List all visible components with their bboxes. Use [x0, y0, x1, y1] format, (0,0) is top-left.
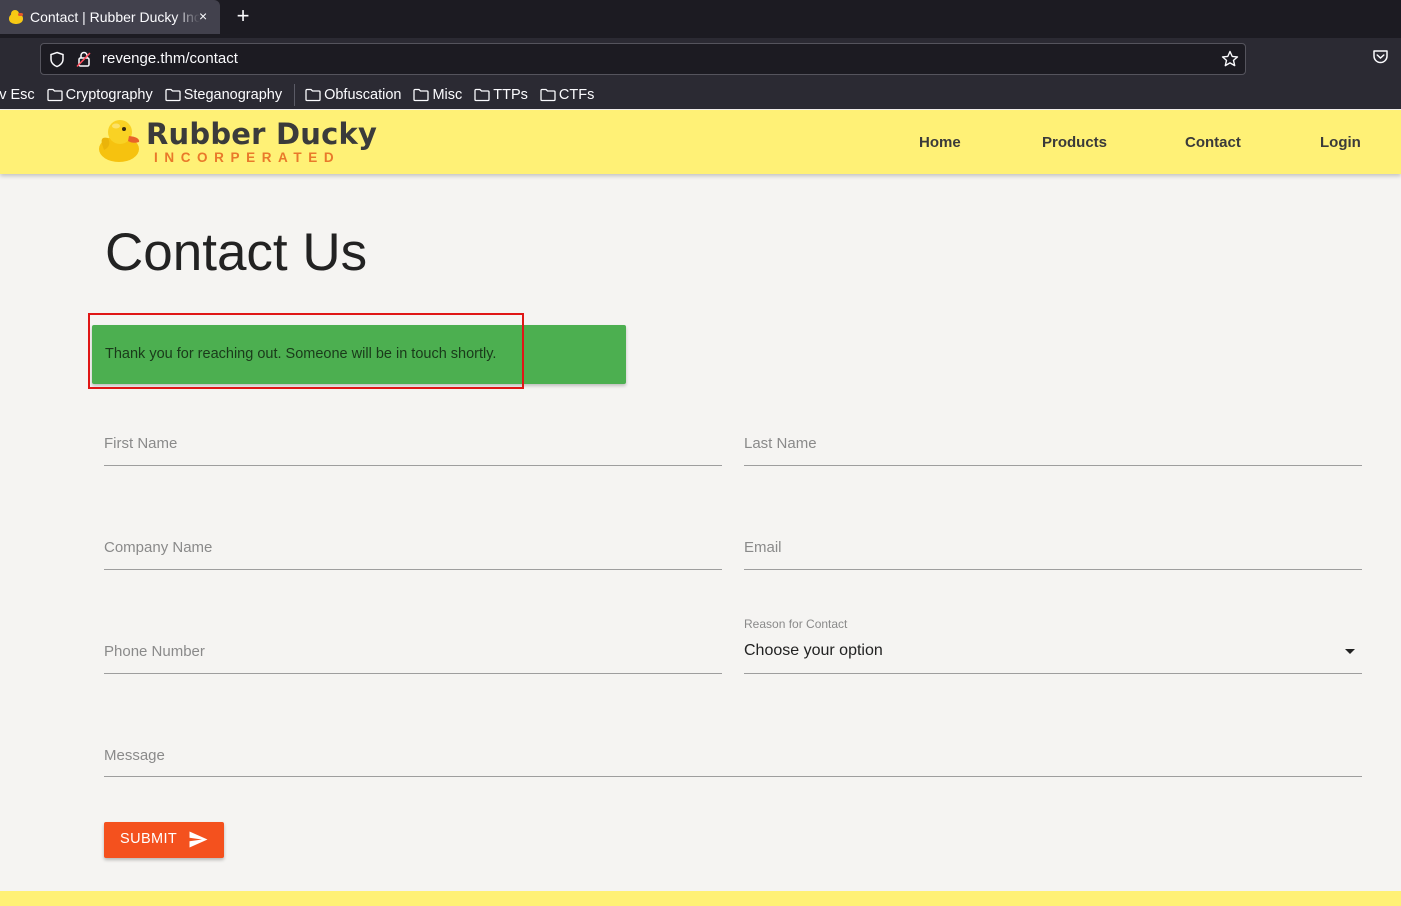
bookmark-folder-misc[interactable]: Misc — [413, 87, 462, 103]
brand-tagline: INCORPERATED — [154, 150, 341, 165]
bookmark-folder-steganography[interactable]: Steganography — [165, 87, 282, 103]
company-name-field[interactable]: Company Name — [104, 530, 722, 570]
folder-icon — [413, 88, 430, 101]
site-header: Rubber Ducky INCORPERATED Home Products … — [0, 110, 1401, 174]
browser-toolbar: revenge.thm/contact — [0, 38, 1401, 80]
bookmark-label: Cryptography — [65, 86, 153, 103]
nav-login[interactable]: Login — [1320, 134, 1361, 151]
nav-products[interactable]: Products — [1042, 134, 1107, 151]
last-name-field[interactable]: Last Name — [744, 426, 1362, 466]
shield-icon[interactable] — [49, 51, 65, 68]
bookmark-label: CTFs — [558, 86, 595, 103]
nav-contact[interactable]: Contact — [1185, 134, 1241, 151]
first-name-field[interactable]: First Name — [104, 426, 722, 466]
bookmark-folder-obfuscation[interactable]: Obfuscation — [305, 87, 401, 103]
phone-number-input[interactable] — [104, 634, 722, 673]
email-input[interactable] — [744, 530, 1362, 569]
footer-band — [0, 891, 1401, 906]
success-alert: Thank you for reaching out. Someone will… — [92, 325, 626, 384]
site-logo[interactable]: Rubber Ducky INCORPERATED — [98, 114, 377, 170]
message-field[interactable]: Message — [104, 738, 1362, 777]
nav-home[interactable]: Home — [919, 134, 961, 151]
bookmark-label: TTPs — [493, 86, 528, 103]
insecure-lock-icon[interactable] — [76, 50, 92, 68]
bookmark-label: Misc — [432, 86, 463, 103]
bookmark-folder-cryptography[interactable]: Cryptography — [47, 87, 153, 103]
reason-select[interactable]: Choose your option — [744, 630, 1362, 674]
browser-tab-active[interactable]: Contact | Rubber Ducky Inc. × — [0, 0, 220, 34]
reason-label: Reason for Contact — [744, 617, 848, 631]
bookmark-folder-ttps[interactable]: TTPs — [474, 87, 528, 103]
pocket-icon[interactable] — [1372, 48, 1389, 65]
close-tab-icon[interactable]: × — [199, 8, 207, 24]
folder-icon — [474, 88, 490, 101]
bookmark-label: Obfuscation — [324, 86, 402, 103]
success-message: Thank you for reaching out. Someone will… — [105, 346, 497, 362]
last-name-input[interactable] — [744, 426, 1362, 465]
folder-icon — [165, 88, 181, 101]
folder-icon — [47, 88, 63, 101]
bookmark-star-icon[interactable] — [1221, 50, 1239, 68]
email-field[interactable]: Email — [744, 530, 1362, 570]
bookmark-folder-ctfs[interactable]: CTFs — [540, 87, 594, 103]
page-title: Contact Us — [105, 223, 368, 282]
url-text: revenge.thm/contact — [102, 50, 238, 67]
send-icon — [189, 831, 208, 848]
company-name-input[interactable] — [104, 530, 722, 569]
dropdown-caret-icon — [1345, 649, 1355, 654]
bookmark-separator — [294, 83, 296, 106]
submit-label: SUBMIT — [120, 831, 178, 847]
reason-selected-value: Choose your option — [744, 642, 883, 659]
submit-button[interactable]: SUBMIT — [104, 822, 224, 858]
message-input[interactable] — [104, 738, 1362, 776]
folder-icon — [305, 88, 321, 101]
duck-favicon-icon — [8, 9, 24, 25]
new-tab-icon[interactable]: + — [232, 4, 254, 28]
tab-title: Contact | Rubber Ducky Inc. — [30, 9, 200, 25]
phone-number-field[interactable]: Phone Number — [104, 634, 722, 674]
folder-icon — [540, 88, 556, 101]
rubber-duck-logo-icon — [99, 120, 140, 162]
bookmark-label: Steganography — [183, 86, 283, 103]
bookmark-priv-esc[interactable]: iv Esc — [0, 87, 35, 103]
first-name-input[interactable] — [104, 426, 722, 465]
url-bar[interactable]: revenge.thm/contact — [40, 43, 1246, 75]
browser-tab-strip: Contact | Rubber Ducky Inc. × + — [0, 0, 1401, 38]
bookmarks-toolbar: iv Esc Cryptography Steganography Obfusc… — [0, 80, 1401, 109]
brand-name: Rubber Ducky — [146, 117, 378, 151]
